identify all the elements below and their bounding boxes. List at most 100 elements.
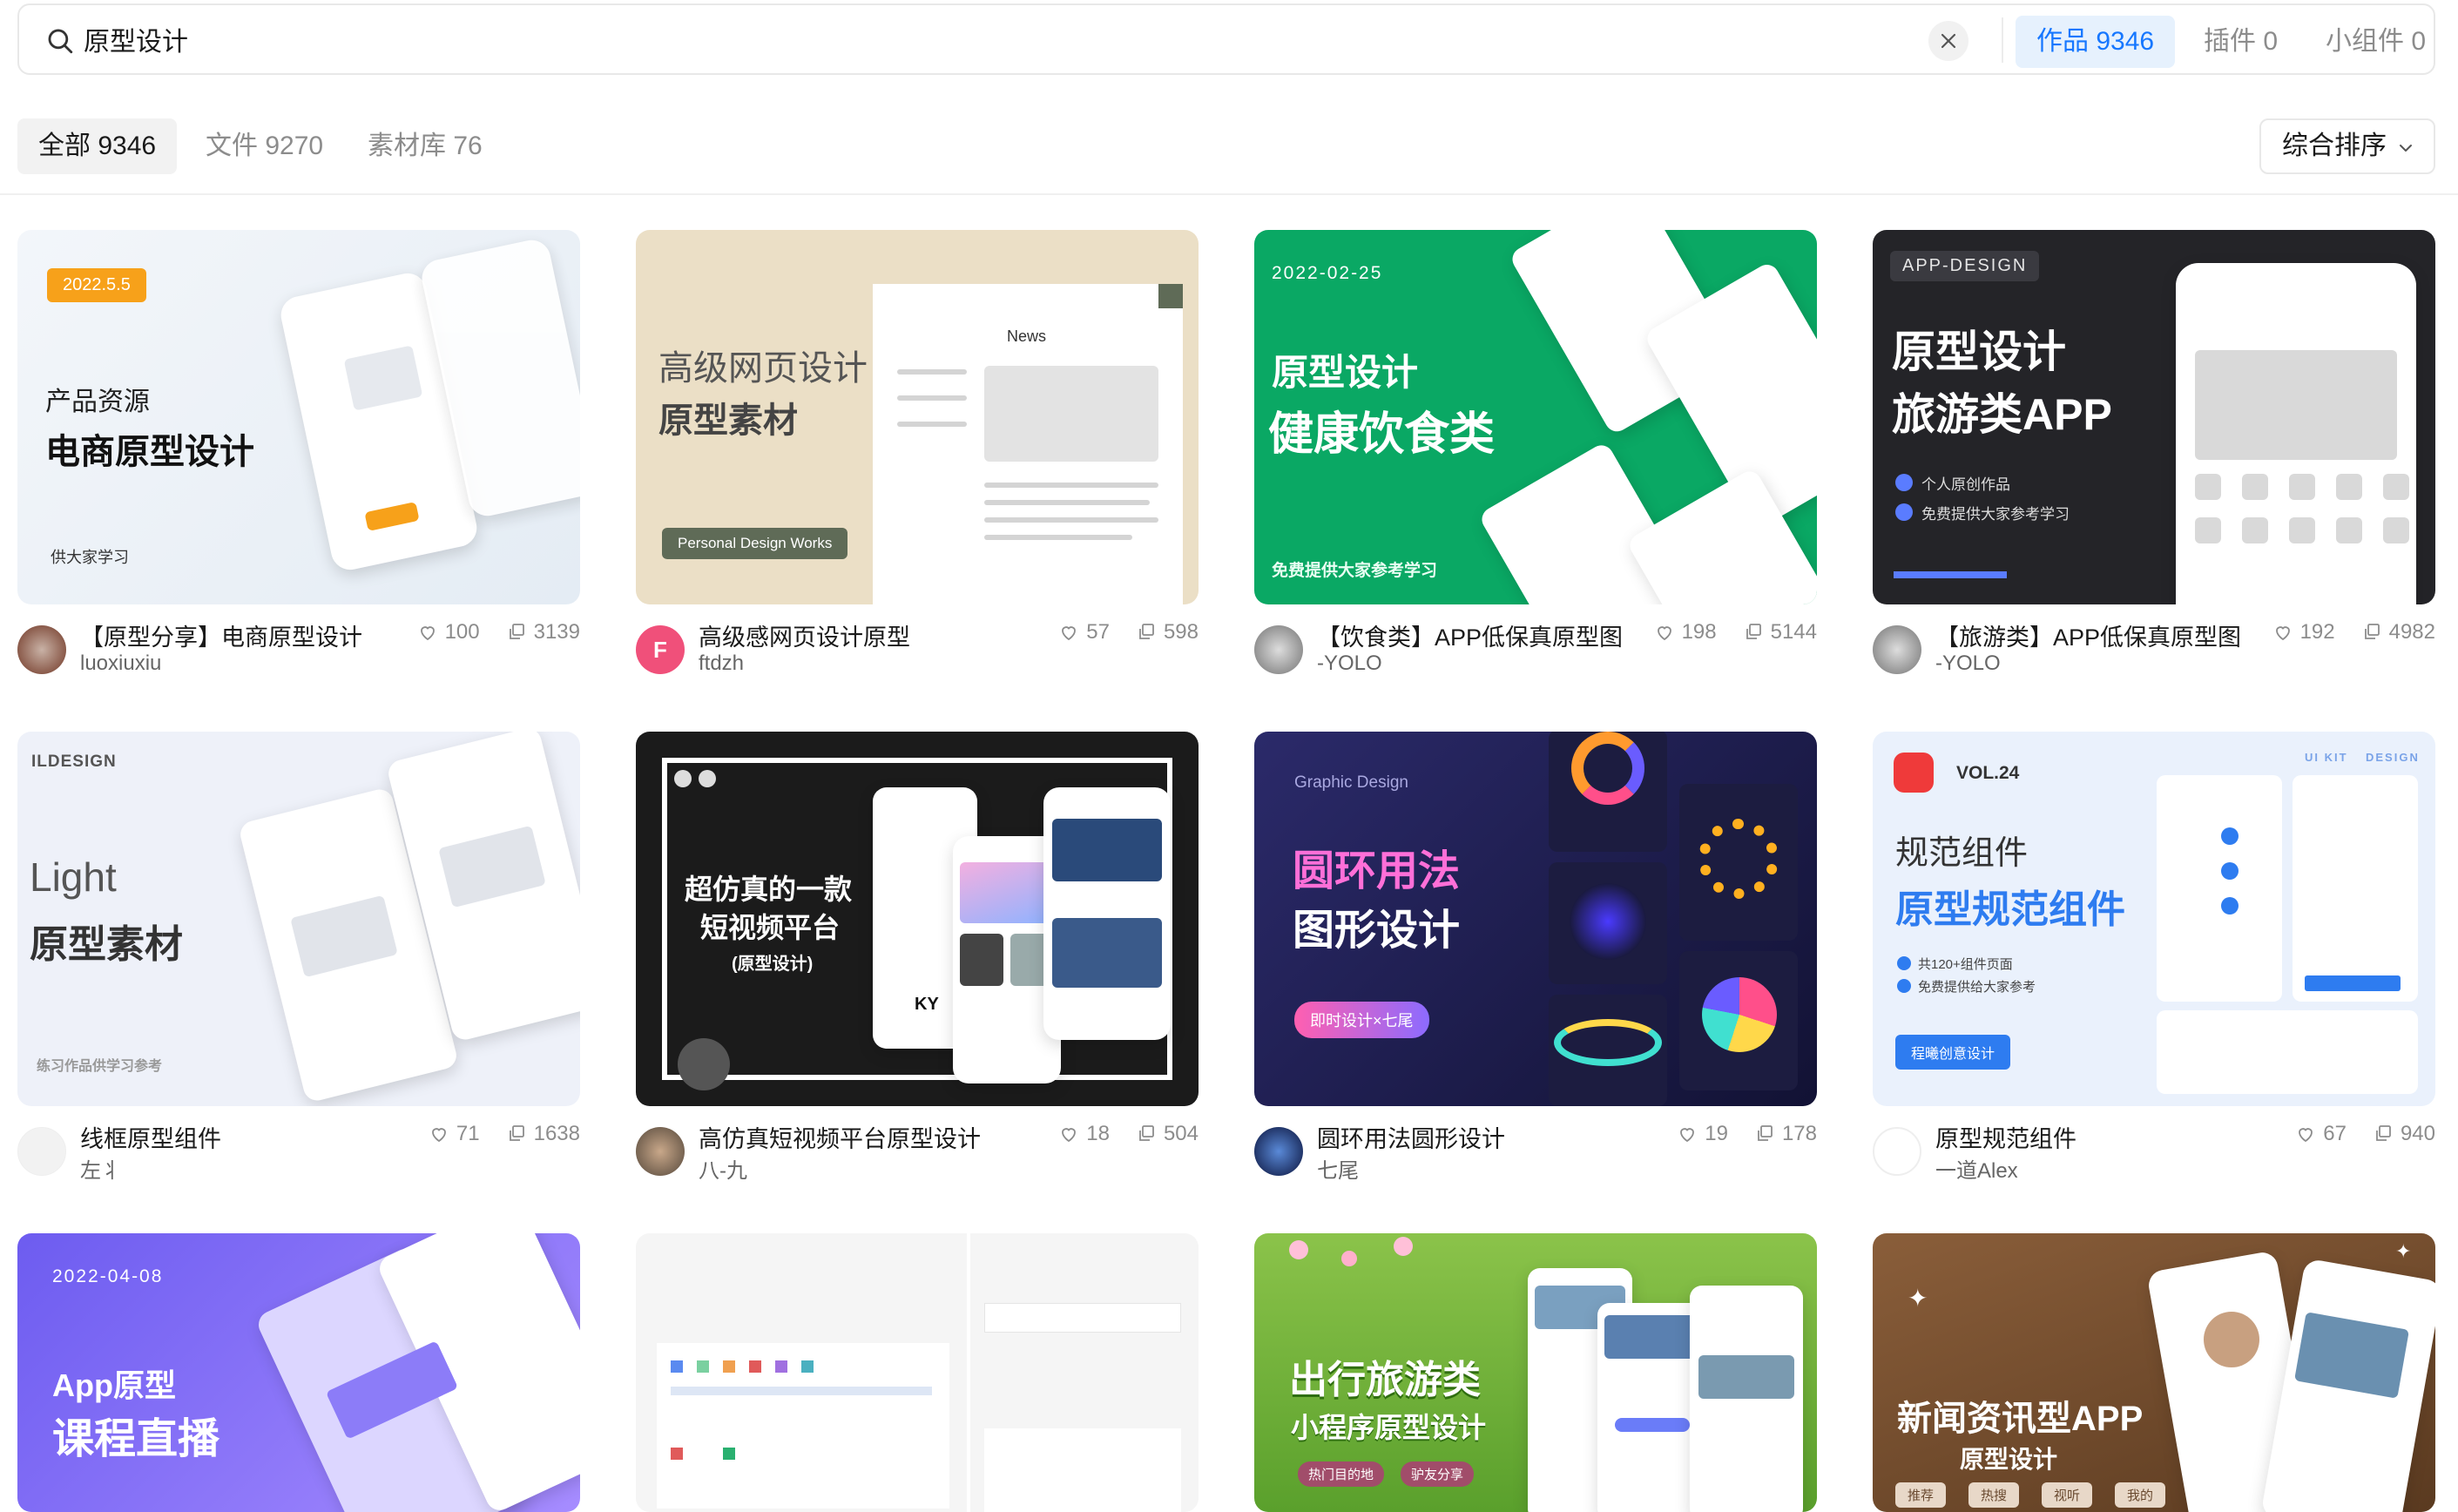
- like-count: 100: [444, 620, 480, 644]
- brand-label: ILDESIGN: [31, 753, 117, 771]
- card-title[interactable]: 原型规范组件: [1935, 1120, 2249, 1154]
- vol-label: VOL.24: [1956, 763, 2020, 783]
- work-card[interactable]: APP-DESIGN 原型设计 旅游类APP 个人原创作品 免费提供大家参考学习…: [1873, 230, 2435, 683]
- work-thumbnail[interactable]: 出行旅游类 小程序原型设计 热门目的地 驴友分享: [1254, 1233, 1817, 1512]
- thumb-bullet: 共120+组件页面: [1918, 957, 2013, 972]
- work-card[interactable]: 高级网页设计 原型素材 Personal Design Works News F…: [636, 230, 1199, 683]
- work-thumbnail[interactable]: ILDESIGN Light 原型素材 练习作品供学习参考: [17, 732, 580, 1106]
- work-card[interactable]: Graphic Design 圆环用法 图形设计 即时设计×七尾 圆环用法圆形设…: [1254, 732, 1817, 1185]
- like-count: 57: [1086, 620, 1110, 644]
- card-title[interactable]: 圆环用法圆形设计: [1317, 1120, 1631, 1154]
- avatar[interactable]: [1873, 1127, 1921, 1176]
- card-author[interactable]: 七尾: [1317, 1153, 1359, 1184]
- card-stats: 18 504: [1058, 1122, 1199, 1146]
- thumb-bullet: 免费提供给大家参考: [1918, 980, 2036, 995]
- copy-count: 504: [1163, 1122, 1199, 1145]
- thumb-bullet: 个人原创作品: [1921, 476, 2010, 493]
- thumb-title: 新闻资讯型APP: [1897, 1400, 2144, 1438]
- copy-count: 598: [1163, 620, 1199, 644]
- badge: APP-DESIGN: [1890, 251, 2040, 281]
- copy-count: 3139: [533, 620, 580, 644]
- card-author[interactable]: -YOLO: [1935, 651, 2001, 676]
- tab-widgets[interactable]: 小组件 0: [2305, 16, 2447, 68]
- work-card[interactable]: 2022-02-25 原型设计 健康饮食类 免费提供大家参考学习 【饮食类】AP…: [1254, 230, 1817, 683]
- tab-chip: 推荐: [1895, 1482, 1947, 1508]
- work-thumbnail[interactable]: 新闻资讯型APP 原型设计 推荐 热搜 视听 我的 ✦ ✦: [1873, 1233, 2435, 1512]
- avatar[interactable]: [1254, 1127, 1303, 1176]
- like-count: 192: [2299, 620, 2335, 644]
- duplicate-icon: [1746, 624, 1761, 639]
- card-title[interactable]: 【饮食类】APP低保真原型图: [1317, 618, 1631, 652]
- thumb-caption: KY: [915, 995, 939, 1014]
- card-title[interactable]: 高仿真短视频平台原型设计: [699, 1120, 1012, 1154]
- avatar[interactable]: [17, 625, 66, 674]
- work-card[interactable]: 2022.5.5 产品资源 电商原型设计 供大家学习 【原型分享】电商原型设计 …: [17, 230, 580, 683]
- card-author[interactable]: 一道Alex: [1935, 1153, 2018, 1184]
- sparkle-icon: ✦: [2395, 1240, 2412, 1262]
- card-title[interactable]: 【旅游类】APP低保真原型图: [1935, 618, 2249, 652]
- tag-pill: 驴友分享: [1401, 1461, 1475, 1487]
- card-title[interactable]: 【原型分享】电商原型设计: [80, 618, 394, 652]
- filter-files[interactable]: 文件 9270: [185, 118, 344, 174]
- search-icon: [48, 29, 73, 54]
- work-card[interactable]: 出行旅游类 小程序原型设计 热门目的地 驴友分享: [1254, 1233, 1817, 1512]
- card-author[interactable]: 左丬: [80, 1153, 122, 1184]
- avatar[interactable]: F: [636, 625, 685, 674]
- card-title[interactable]: 高级感网页设计原型: [699, 618, 1012, 652]
- clear-search-button[interactable]: [1928, 21, 1968, 61]
- work-card[interactable]: ILDESIGN Light 原型素材 练习作品供学习参考 线框原型组件 左丬 …: [17, 732, 580, 1185]
- work-thumbnail[interactable]: Graphic Design 圆环用法 图形设计 即时设计×七尾: [1254, 732, 1817, 1106]
- sparkle-icon: ✦: [1908, 1285, 1928, 1312]
- avatar[interactable]: [17, 1127, 66, 1176]
- tag-pill: 即时设计×七尾: [1294, 1002, 1429, 1038]
- work-thumbnail[interactable]: 2022.5.5 产品资源 电商原型设计 供大家学习: [17, 230, 580, 604]
- work-thumbnail[interactable]: 2022-02-25 原型设计 健康饮食类 免费提供大家参考学习: [1254, 230, 1817, 604]
- thumb-caption: 免费提供大家参考学习: [1272, 562, 1438, 580]
- work-thumbnail[interactable]: 2022-04-08 App原型 课程直播: [17, 1233, 580, 1512]
- thumb-title: 原型素材: [658, 402, 798, 440]
- like-count: 71: [456, 1122, 480, 1145]
- card-author[interactable]: -YOLO: [1317, 651, 1382, 676]
- copy-count: 178: [1781, 1122, 1817, 1145]
- card-author[interactable]: 八-九: [699, 1153, 747, 1184]
- thumb-title: 电商原型设计: [45, 433, 254, 471]
- work-card[interactable]: [636, 1233, 1199, 1512]
- thumb-title: 出行旅游类: [1289, 1359, 1481, 1401]
- thumb-title: 小程序原型设计: [1291, 1412, 1487, 1443]
- work-thumbnail[interactable]: 高级网页设计 原型素材 Personal Design Works News: [636, 230, 1199, 604]
- tab-plugins[interactable]: 插件 0: [2183, 16, 2299, 68]
- like-count: 19: [1705, 1122, 1728, 1145]
- avatar[interactable]: [1254, 625, 1303, 674]
- work-card[interactable]: 2022-04-08 App原型 课程直播: [17, 1233, 580, 1512]
- work-card[interactable]: VOL.24 UI KIT DESIGN 规范组件 原型规范组件 共120+组件…: [1873, 732, 2435, 1185]
- card-title[interactable]: 线框原型组件: [80, 1120, 394, 1154]
- sort-label: 综合排序: [2282, 132, 2387, 160]
- filter-all[interactable]: 全部 9346: [17, 118, 178, 174]
- work-thumbnail[interactable]: [636, 1233, 1199, 1512]
- work-card[interactable]: 超仿真的一款 短视频平台 (原型设计) KY 高仿真短视频平台原型设计 八-九 …: [636, 732, 1199, 1185]
- card-author[interactable]: luoxiuxiu: [80, 651, 161, 676]
- avatar[interactable]: [636, 1127, 685, 1176]
- thumb-caption: 练习作品供学习参考: [37, 1059, 163, 1074]
- work-card[interactable]: 新闻资讯型APP 原型设计 推荐 热搜 视听 我的 ✦ ✦: [1873, 1233, 2435, 1512]
- work-thumbnail[interactable]: APP-DESIGN 原型设计 旅游类APP 个人原创作品 免费提供大家参考学习: [1873, 230, 2435, 604]
- work-thumbnail[interactable]: 超仿真的一款 短视频平台 (原型设计) KY: [636, 732, 1199, 1106]
- tab-works[interactable]: 作品 9346: [2016, 16, 2176, 68]
- filter-library[interactable]: 素材库 76: [347, 118, 503, 174]
- thumb-bullet: 免费提供大家参考学习: [1921, 506, 2070, 523]
- design-label: DESIGN: [2366, 751, 2420, 764]
- chevron-down-icon: [2400, 145, 2412, 152]
- card-stats: 100 3139: [417, 620, 580, 645]
- work-thumbnail[interactable]: VOL.24 UI KIT DESIGN 规范组件 原型规范组件 共120+组件…: [1873, 732, 2435, 1106]
- thumb-title: 规范组件: [1895, 835, 2029, 872]
- card-author[interactable]: ftdzh: [699, 651, 744, 676]
- heart-icon: [1680, 1128, 1695, 1143]
- thumb-kicker: Graphic Design: [1294, 773, 1408, 792]
- avatar[interactable]: [1873, 625, 1921, 674]
- close-icon: [1941, 33, 1956, 49]
- search-input[interactable]: [84, 17, 1651, 61]
- duplicate-icon: [1758, 1125, 1773, 1141]
- thumb-title: 健康饮食类: [1268, 409, 1496, 460]
- sort-select[interactable]: 综合排序: [2259, 118, 2435, 174]
- duplicate-icon: [2364, 624, 2380, 639]
